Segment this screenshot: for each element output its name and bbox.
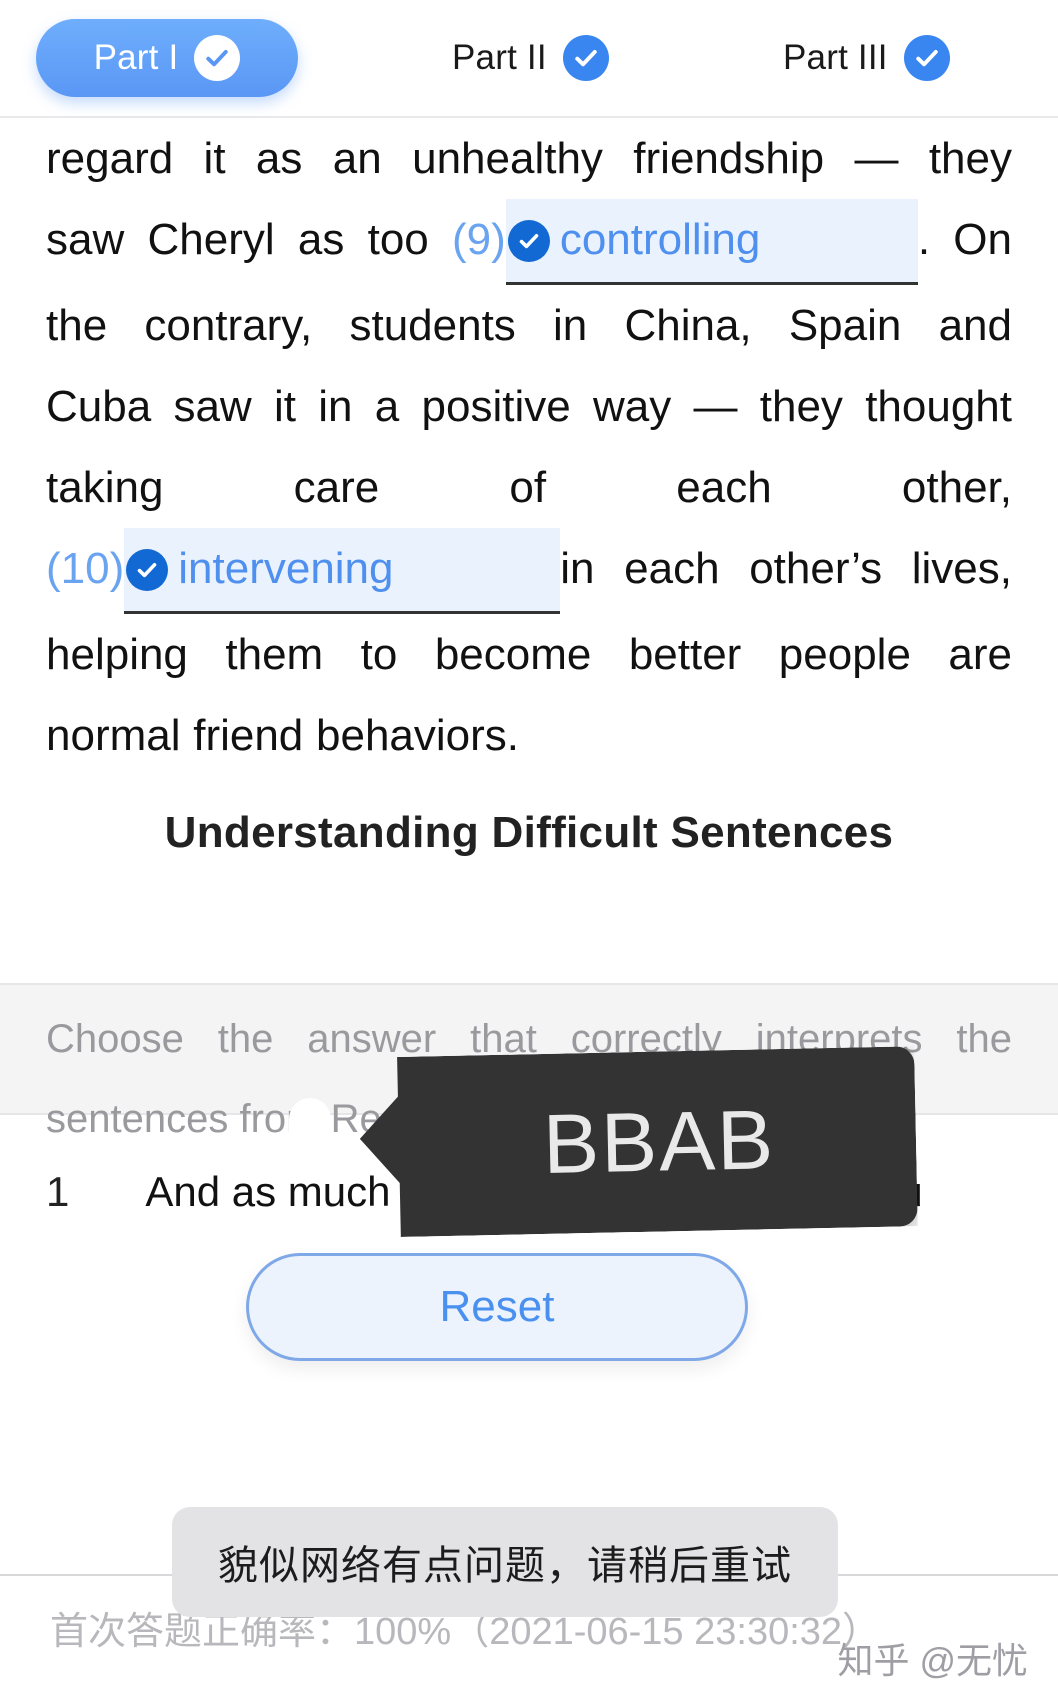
passage-line-2: saw Cheryl as too (9) controlling . On xyxy=(46,199,1012,285)
tooltip-text: BBAB xyxy=(541,1091,776,1191)
tab-part-2[interactable]: Part II xyxy=(452,19,609,97)
passage-line-6-suffix: in each other’s lives, xyxy=(560,544,1012,593)
passage-line-4: Cuba saw it in a positive way — they tho… xyxy=(46,382,1012,431)
answer-tooltip[interactable]: BBAB xyxy=(358,1046,918,1238)
passage-line-7: helping them to become better people are xyxy=(46,630,1012,679)
tab-part-1[interactable]: Part I xyxy=(36,19,298,97)
passage-line-3: the contrary, students in China, Spain a… xyxy=(46,301,1012,350)
reset-button[interactable]: Reset xyxy=(246,1253,748,1361)
passage-line-1: regard it as an unhealthy friendship — t… xyxy=(46,134,1012,183)
tab-part-1-label: Part I xyxy=(93,38,179,77)
question-number: 1 xyxy=(46,1168,70,1215)
reading-passage: regard it as an unhealthy friendship — t… xyxy=(0,118,1058,776)
blank-10-field[interactable]: intervening xyxy=(124,528,561,614)
reset-button-label: Reset xyxy=(439,1282,555,1331)
tab-part-2-label: Part II xyxy=(452,38,547,77)
blank-9-number: (9) xyxy=(452,215,506,264)
tab-part-3-label: Part III xyxy=(783,38,888,77)
network-error-toast: 貌似网络有点问题，请稍后重试 xyxy=(172,1507,838,1617)
check-circle-icon xyxy=(126,549,169,591)
touch-indicator xyxy=(289,1098,331,1156)
tab-part-3[interactable]: Part III xyxy=(783,19,950,97)
check-circle-icon xyxy=(903,35,950,81)
blank-9-answer: controlling xyxy=(559,215,761,264)
passage-line-2-suffix: . On xyxy=(917,215,1012,264)
passage-line-5: taking care of each other, xyxy=(46,463,1012,512)
passage-line-8: normal friend behaviors. xyxy=(46,711,520,760)
app-screen: Part I Part II Part III regard it as an … xyxy=(0,0,1058,1698)
check-circle-icon xyxy=(194,35,241,81)
toast-message: 貌似网络有点问题，请稍后重试 xyxy=(218,1544,792,1588)
part-tab-bar: Part I Part II Part III xyxy=(0,0,1058,118)
passage-line-6: (10) intervening in each other’s lives, xyxy=(46,528,1012,614)
passage-line-2-prefix: saw Cheryl as too xyxy=(46,215,453,264)
source-watermark: 知乎 @无忧 xyxy=(837,1640,1028,1681)
blank-10-answer: intervening xyxy=(178,544,394,593)
blank-9-field[interactable]: controlling xyxy=(505,199,918,285)
section-title: Understanding Difficult Sentences xyxy=(164,808,894,857)
check-circle-icon xyxy=(507,220,550,262)
blank-10-number: (10) xyxy=(46,544,125,593)
check-circle-icon xyxy=(562,35,609,81)
